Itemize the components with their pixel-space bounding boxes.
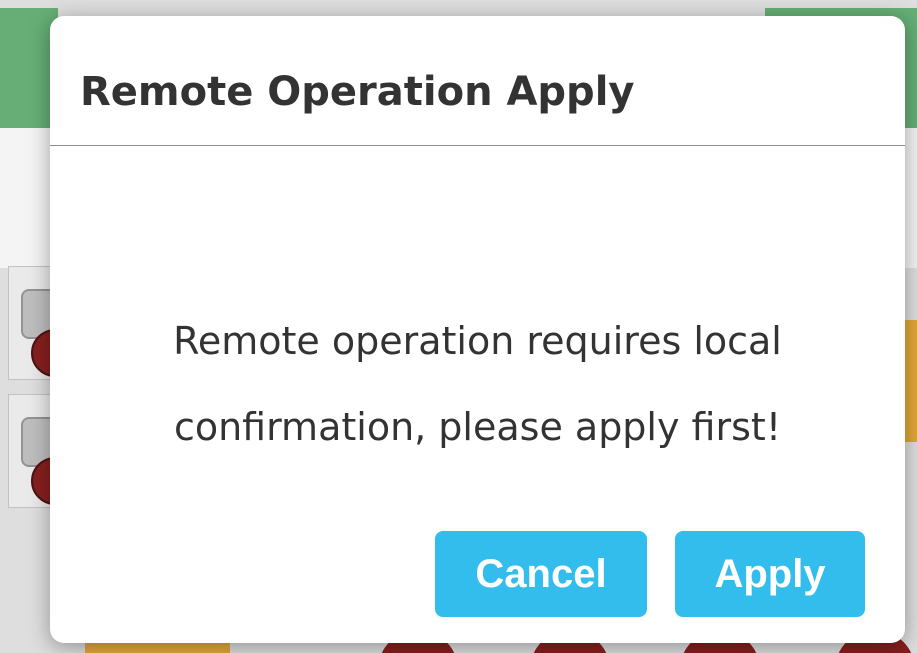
cancel-button[interactable]: Cancel — [435, 531, 647, 617]
dialog-footer: Cancel Apply — [435, 531, 865, 617]
dialog-body: Remote operation requires local confirma… — [50, 298, 905, 470]
apply-button[interactable]: Apply — [675, 531, 865, 617]
dialog-header: Remote Operation Apply — [50, 16, 905, 146]
dialog-message: Remote operation requires local confirma… — [173, 319, 782, 449]
dialog-title: Remote Operation Apply — [80, 69, 635, 115]
remote-operation-dialog: Remote Operation Apply Remote operation … — [50, 16, 905, 643]
